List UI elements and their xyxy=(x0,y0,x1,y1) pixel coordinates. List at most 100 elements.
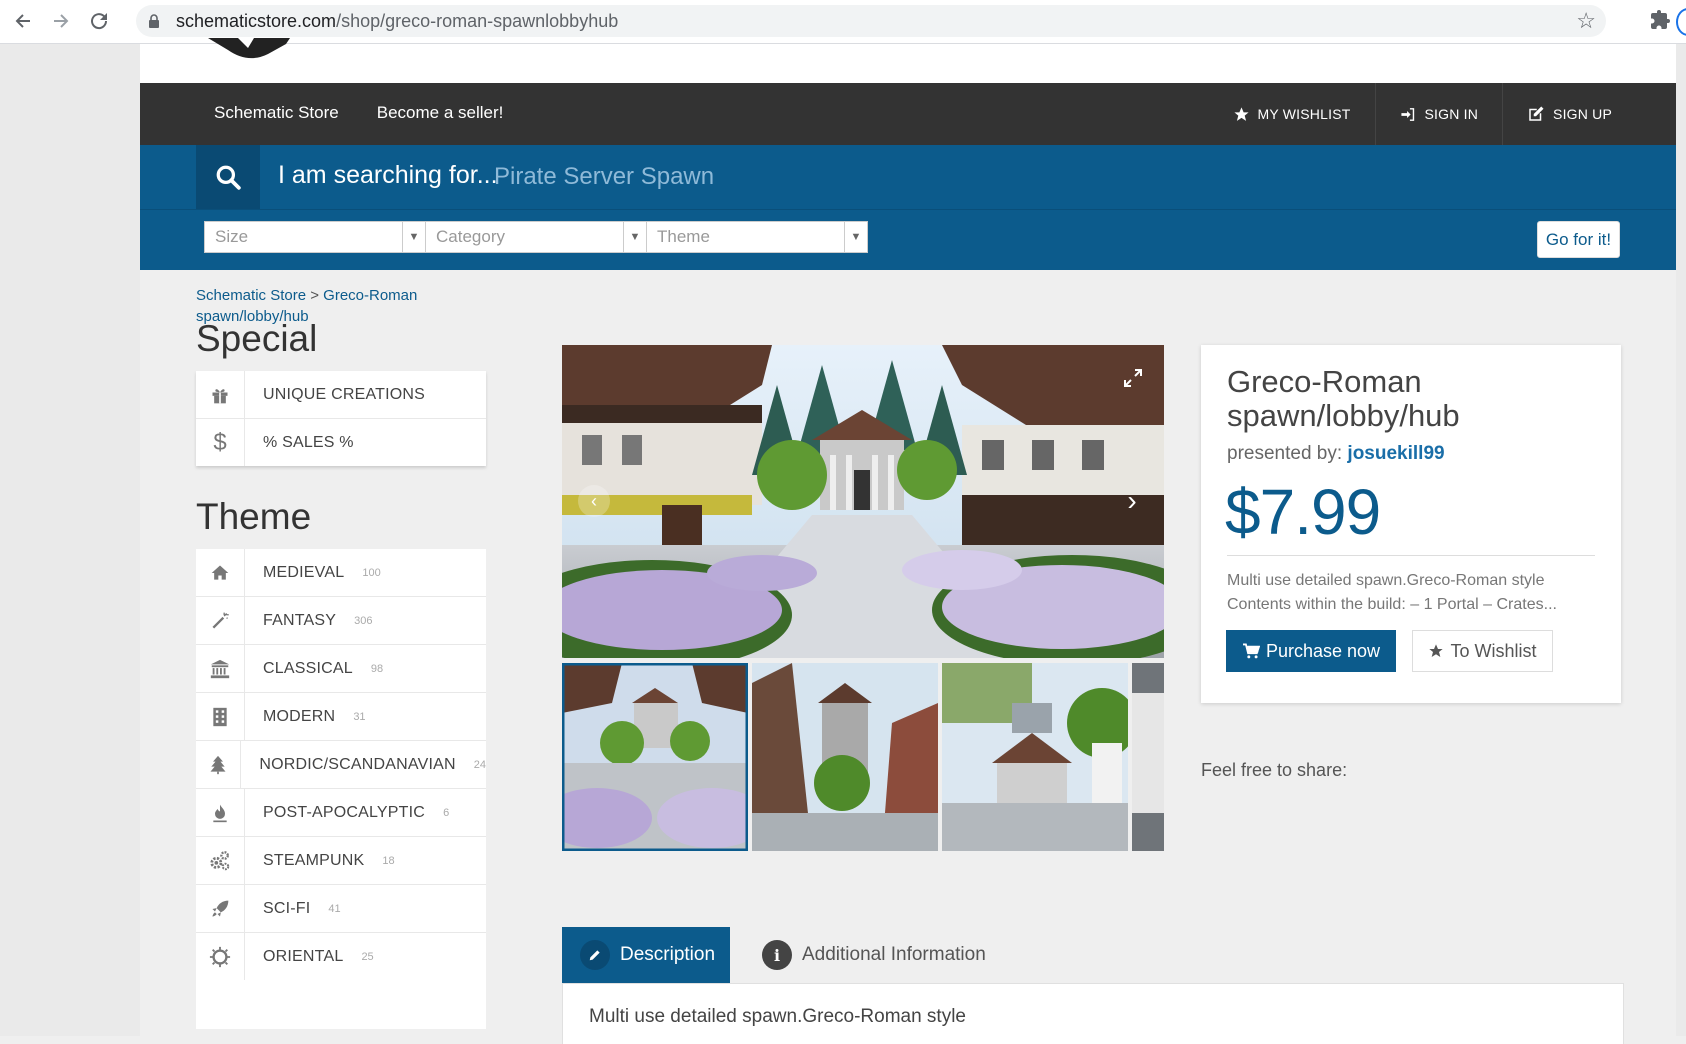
gift-icon xyxy=(196,371,245,418)
to-wishlist-button[interactable]: To Wishlist xyxy=(1412,630,1553,672)
product-thumbnails xyxy=(562,663,1164,851)
sidebar-item-label: % SALES % xyxy=(263,433,354,451)
product-main-image[interactable]: ‹ › xyxy=(562,345,1164,658)
sidebar-item-post-apocalyptic[interactable]: POST-APOCALYPTIC 6 xyxy=(196,789,486,837)
special-list: UNIQUE CREATIONS $ % SALES % xyxy=(196,371,486,466)
star-icon xyxy=(1233,106,1249,121)
pencil-icon xyxy=(580,940,610,970)
chevron-down-icon: ▼ xyxy=(844,222,867,252)
tab-description-label: Description xyxy=(620,944,716,965)
search-icon xyxy=(216,165,241,190)
sidebar-item-steampunk[interactable]: STEAMPUNK 18 xyxy=(196,837,486,885)
tab-description[interactable]: Description xyxy=(562,927,730,983)
search-input[interactable] xyxy=(492,157,1196,197)
main-navigation: Schematic Store Become a seller! MY WISH… xyxy=(140,83,1676,145)
go-for-it-button[interactable]: Go for it! xyxy=(1537,221,1620,258)
tab-panel-description: Multi use detailed spawn.Greco-Roman sty… xyxy=(562,983,1624,1044)
search-button[interactable] xyxy=(196,145,260,209)
my-wishlist-label: MY WISHLIST xyxy=(1257,106,1351,122)
profile-avatar[interactable] xyxy=(1676,8,1686,36)
sidebar-item-label: FANTASY xyxy=(263,611,337,629)
theme-heading: Theme xyxy=(196,496,312,537)
to-wishlist-label: To Wishlist xyxy=(1450,640,1537,661)
sidebar-item-sci-fi[interactable]: SCI-FI 41 xyxy=(196,885,486,933)
sidebar-item-modern[interactable]: MODERN 31 xyxy=(196,693,486,741)
info-icon: i xyxy=(762,940,792,970)
url-text: schematicstore.com/shop/greco-roman-spaw… xyxy=(176,11,619,31)
sidebar-item-count: 100 xyxy=(362,566,381,579)
thumbnail-3[interactable] xyxy=(942,663,1137,851)
site-logo-icon[interactable] xyxy=(208,38,298,68)
logo-strip xyxy=(140,38,1676,83)
divider xyxy=(1227,555,1595,556)
extensions-puzzle-icon[interactable] xyxy=(1648,8,1672,32)
nav-schematic-store[interactable]: Schematic Store xyxy=(214,103,339,123)
sidebar-item-label: NORDIC/SCANDANAVIAN xyxy=(259,755,456,773)
theme-list: MEDIEVAL 100 FANTASY 306 CLASSICAL 98 MO… xyxy=(196,549,486,1029)
sidebar-item-count: 31 xyxy=(353,710,366,723)
sidebar-item-label: CLASSICAL xyxy=(263,659,353,677)
sidebar-item-count: 41 xyxy=(328,902,341,915)
sign-in-label: SIGN IN xyxy=(1424,106,1479,122)
sidebar-item-label: POST-APOCALYPTIC xyxy=(263,803,426,821)
shopping-cart-icon xyxy=(1242,643,1260,659)
search-lead-text: I am searching for... xyxy=(278,161,498,189)
page-gutter-left xyxy=(0,44,140,1036)
reload-icon[interactable] xyxy=(86,8,112,34)
sign-in-link[interactable]: SIGN IN xyxy=(1374,83,1503,145)
thumbnail-4[interactable] xyxy=(1132,663,1164,851)
nav-become-seller[interactable]: Become a seller! xyxy=(377,103,504,123)
thumbnail-2[interactable] xyxy=(752,663,938,851)
sidebar-item-classical[interactable]: CLASSICAL 98 xyxy=(196,645,486,693)
sidebar-item-fantasy[interactable]: FANTASY 306 xyxy=(196,597,486,645)
my-wishlist-link[interactable]: MY WISHLIST xyxy=(1209,83,1375,145)
building-icon xyxy=(196,693,245,740)
category-select-value: Category xyxy=(436,227,505,246)
size-select[interactable]: Size ▼ xyxy=(204,221,426,253)
sidebar-item-label: MEDIEVAL xyxy=(263,563,345,581)
fire-extinguisher-icon xyxy=(196,789,245,836)
sidebar-item-nordic-scandanavian[interactable]: NORDIC/SCANDANAVIAN 24 xyxy=(196,741,486,789)
sign-up-link[interactable]: SIGN UP xyxy=(1502,83,1676,145)
sun-icon xyxy=(196,933,245,980)
forward-arrow-icon[interactable] xyxy=(48,8,74,34)
chevron-down-icon: ▼ xyxy=(402,222,425,252)
sidebar-item-count: 25 xyxy=(361,950,374,963)
author-link[interactable]: josuekill99 xyxy=(1347,443,1444,464)
description-text: Multi use detailed spawn.Greco-Roman sty… xyxy=(589,1006,967,1027)
dollar-icon: $ xyxy=(196,419,245,466)
gallery-prev-chevron-icon[interactable]: ‹ xyxy=(578,485,610,517)
gallery-next-chevron-icon[interactable]: › xyxy=(1116,485,1148,517)
product-price: $7.99 xyxy=(1225,476,1381,548)
sidebar-item-sales[interactable]: $ % SALES % xyxy=(196,419,486,466)
sidebar-item-oriental[interactable]: ORIENTAL 25 xyxy=(196,933,486,980)
sidebar-item-label: STEAMPUNK xyxy=(263,851,365,869)
sidebar-item-unique-creations[interactable]: UNIQUE CREATIONS xyxy=(196,371,486,419)
sidebar-item-medieval[interactable]: MEDIEVAL 100 xyxy=(196,549,486,597)
product-title: Greco-Roman spawn/lobby/hub xyxy=(1227,364,1460,433)
home-icon xyxy=(196,549,245,596)
address-bar[interactable]: schematicstore.com/shop/greco-roman-spaw… xyxy=(136,5,1606,37)
theme-select[interactable]: Theme ▼ xyxy=(646,221,868,253)
sidebar-item-count: 18 xyxy=(382,854,395,867)
bookmark-star-icon[interactable]: ☆ xyxy=(1576,8,1596,34)
sidebar-item-count: 98 xyxy=(370,662,384,675)
sign-in-icon xyxy=(1400,107,1414,121)
expand-icon[interactable] xyxy=(1124,369,1142,387)
tab-additional-information[interactable]: i Additional Information xyxy=(752,927,986,983)
tab-additional-label: Additional Information xyxy=(802,944,986,965)
breadcrumb-home[interactable]: Schematic Store xyxy=(196,287,306,304)
lock-icon xyxy=(149,14,159,28)
sidebar-item-label: UNIQUE CREATIONS xyxy=(263,385,426,403)
gears-icon xyxy=(196,837,245,884)
sidebar-item-label: MODERN xyxy=(263,707,336,725)
back-arrow-icon[interactable] xyxy=(10,8,36,34)
sidebar-item-label: ORIENTAL xyxy=(263,947,344,965)
filter-bar: Size ▼ Category ▼ Theme ▼ Go for it! xyxy=(140,209,1676,270)
category-select[interactable]: Category ▼ xyxy=(425,221,647,253)
purchase-now-button[interactable]: Purchase now xyxy=(1226,630,1396,672)
edit-square-icon xyxy=(1529,106,1544,121)
breadcrumb-separator: > xyxy=(310,287,319,304)
thumbnail-1[interactable] xyxy=(562,663,767,851)
presented-by: presented by: josuekill99 xyxy=(1227,443,1445,465)
